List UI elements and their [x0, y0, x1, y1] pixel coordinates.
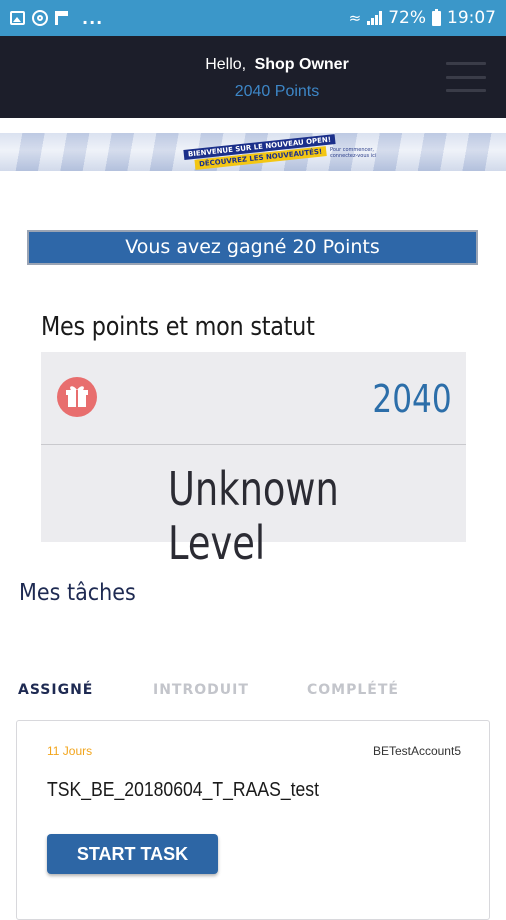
- tasks-heading: Mes tâches: [19, 580, 136, 606]
- task-tabs: ASSIGNÉ INTRODUIT COMPLÉTÉ: [18, 682, 488, 702]
- banner-small-text: Pour commencer, connectez-vous ici: [330, 147, 377, 159]
- hamburger-menu-icon[interactable]: [446, 62, 486, 92]
- flag-icon: [55, 11, 69, 25]
- user-name: Shop Owner: [254, 56, 349, 73]
- greeting: Hello, Shop Owner: [0, 56, 506, 74]
- status-heading: Mes points et mon statut: [41, 312, 315, 342]
- gift-icon: [57, 377, 97, 417]
- task-days-left: 11 Jours: [47, 744, 93, 758]
- signal-icon: [367, 11, 383, 25]
- level-value: Unknown Level: [168, 462, 339, 570]
- sync-icon: [32, 10, 48, 26]
- battery-icon: [432, 8, 441, 26]
- start-task-button[interactable]: START TASK: [47, 834, 218, 874]
- wifi-icon: ≈: [348, 9, 362, 27]
- header-points: 2040 Points: [234, 83, 320, 100]
- image-icon: [10, 11, 25, 25]
- tab-completed[interactable]: COMPLÉTÉ: [307, 682, 399, 698]
- points-value: 2040: [372, 377, 452, 421]
- banner-badge: BIENVENUE SUR LE NOUVEAU OPEN! DÉCOUVREZ…: [183, 133, 336, 171]
- clock: 19:07: [447, 8, 496, 28]
- task-card[interactable]: 11 Jours BETestAccount5 TSK_BE_20180604_…: [16, 720, 490, 920]
- tab-assigned[interactable]: ASSIGNÉ: [18, 682, 93, 698]
- more-notifications: ...: [82, 8, 104, 28]
- status-bar: ... ≈ 72% 19:07: [0, 0, 506, 36]
- battery-level: 72%: [388, 8, 426, 28]
- task-title: TSK_BE_20180604_T_RAAS_test: [47, 779, 320, 801]
- greeting-text: Hello,: [205, 56, 247, 73]
- notification-icons: ...: [10, 9, 103, 28]
- card-divider: [41, 444, 466, 445]
- promo-banner[interactable]: BIENVENUE SUR LE NOUVEAU OPEN! DÉCOUVREZ…: [0, 133, 506, 171]
- task-account: BETestAccount5: [372, 744, 461, 758]
- tab-submitted[interactable]: INTRODUIT: [153, 682, 249, 698]
- app-header: Hello, Shop Owner 2040 Points: [0, 36, 506, 118]
- system-icons: ≈ 72% 19:07: [349, 8, 496, 28]
- reward-notice: Vous avez gagné 20 Points: [27, 230, 478, 265]
